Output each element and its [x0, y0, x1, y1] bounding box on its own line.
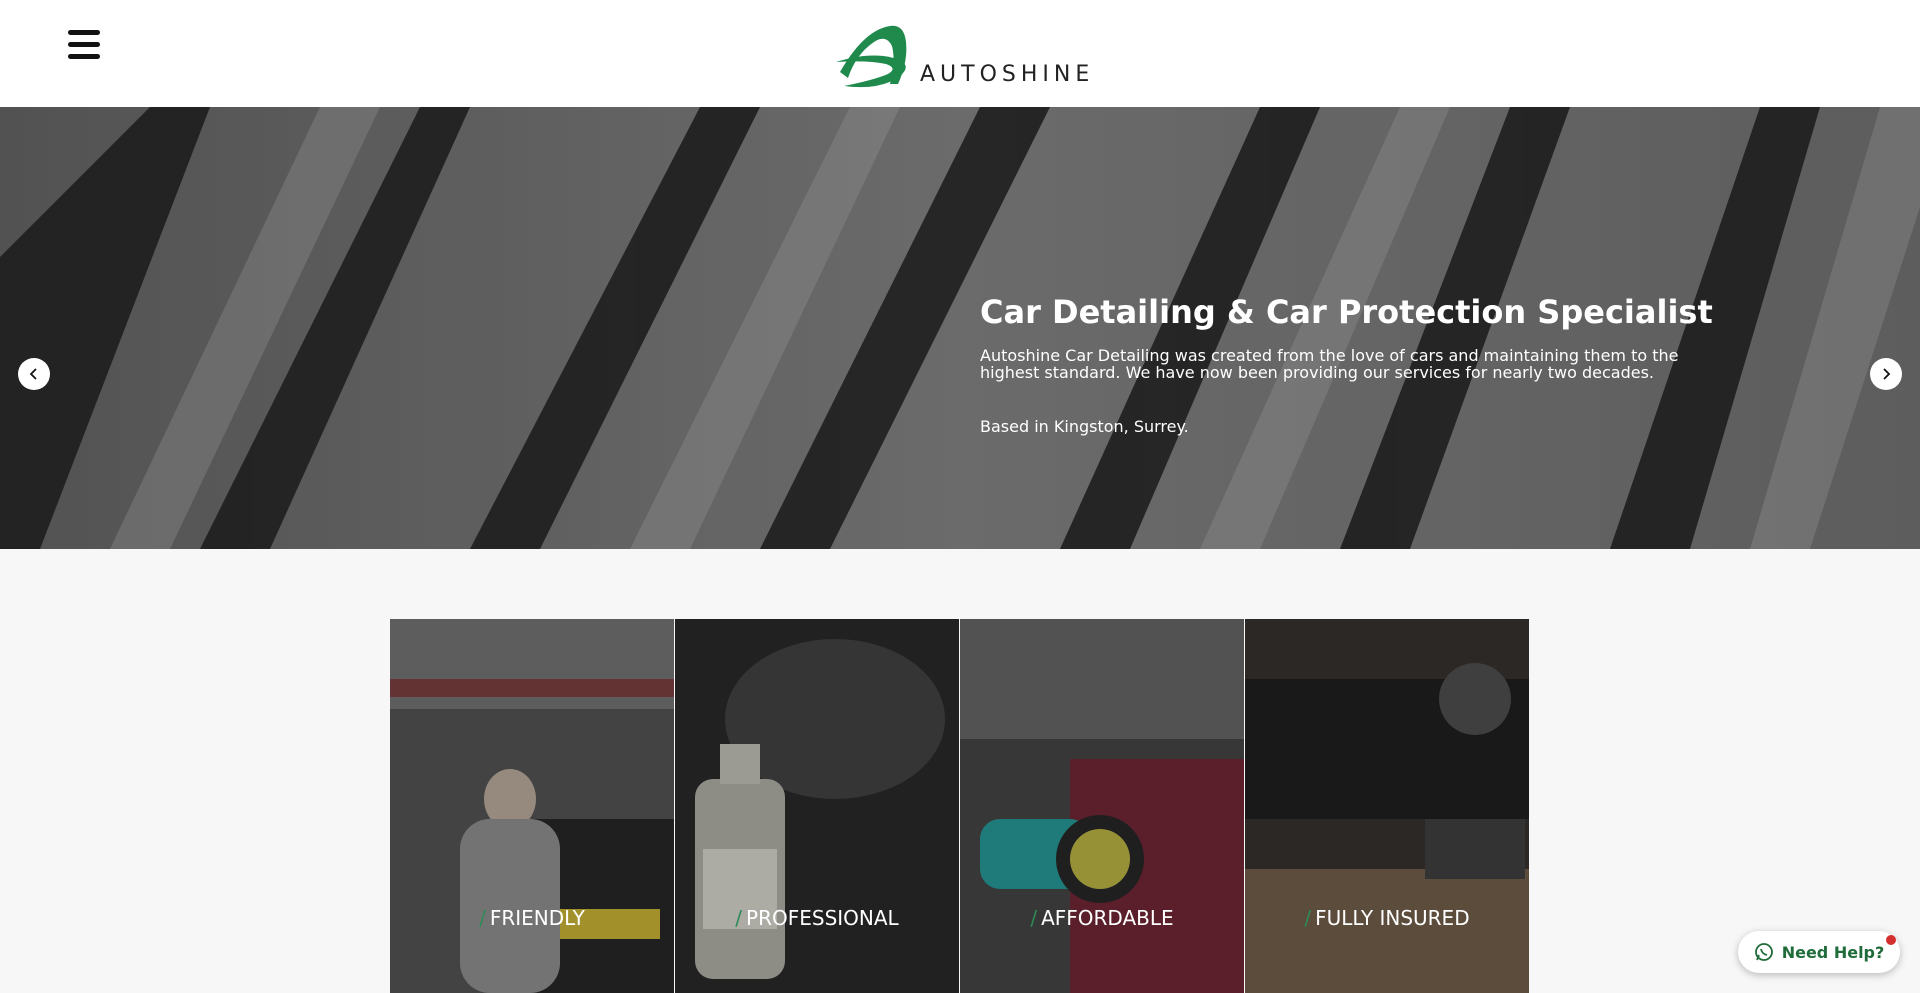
feature-image-polisher: [960, 619, 1244, 993]
slash-accent: /: [1030, 906, 1038, 930]
menu-button[interactable]: [68, 30, 102, 60]
feature-image-car-interior: [1245, 619, 1529, 993]
feature-card-affordable[interactable]: / AFFORDABLE: [960, 619, 1244, 993]
feature-card-friendly[interactable]: / FRIENDLY: [390, 619, 674, 993]
feature-label: / FULLY INSURED: [1304, 906, 1470, 930]
feature-label: / FRIENDLY: [479, 906, 585, 930]
hero-location: Based in Kingston, Surrey.: [980, 417, 1189, 436]
chevron-right-icon: [1883, 368, 1891, 380]
feature-card-fully-insured[interactable]: / FULLY INSURED: [1245, 619, 1529, 993]
need-help-button[interactable]: Need Help?: [1738, 931, 1900, 973]
feature-image-coating-bottle: [675, 619, 959, 993]
chevron-left-icon: [29, 368, 37, 380]
feature-label: / AFFORDABLE: [1030, 906, 1174, 930]
notification-dot: [1886, 935, 1896, 945]
slider-prev-button[interactable]: [18, 358, 50, 390]
hero-description: Autoshine Car Detailing was created from…: [980, 346, 1679, 382]
feature-image-detailer: [390, 619, 674, 993]
slash-accent: /: [735, 906, 743, 930]
hero-title: Car Detailing & Car Protection Specialis…: [980, 293, 1713, 331]
hero-slider: Car Detailing & Car Protection Specialis…: [0, 107, 1920, 549]
need-help-label: Need Help?: [1781, 942, 1885, 962]
slash-accent: /: [1304, 906, 1312, 930]
site-header: AUTOSHINE: [0, 0, 1920, 107]
hamburger-menu-icon: [68, 30, 100, 35]
feature-label: / PROFESSIONAL: [735, 906, 899, 930]
feature-card-professional[interactable]: / PROFESSIONAL: [675, 619, 959, 993]
whatsapp-icon: [1754, 943, 1773, 961]
slider-next-button[interactable]: [1870, 358, 1902, 390]
feature-cards: / FRIENDLY / PROFESSIONAL / AFFORDABLE /…: [390, 619, 1530, 993]
slash-accent: /: [479, 906, 486, 930]
logo-text: AUTOSHINE: [920, 62, 1095, 87]
